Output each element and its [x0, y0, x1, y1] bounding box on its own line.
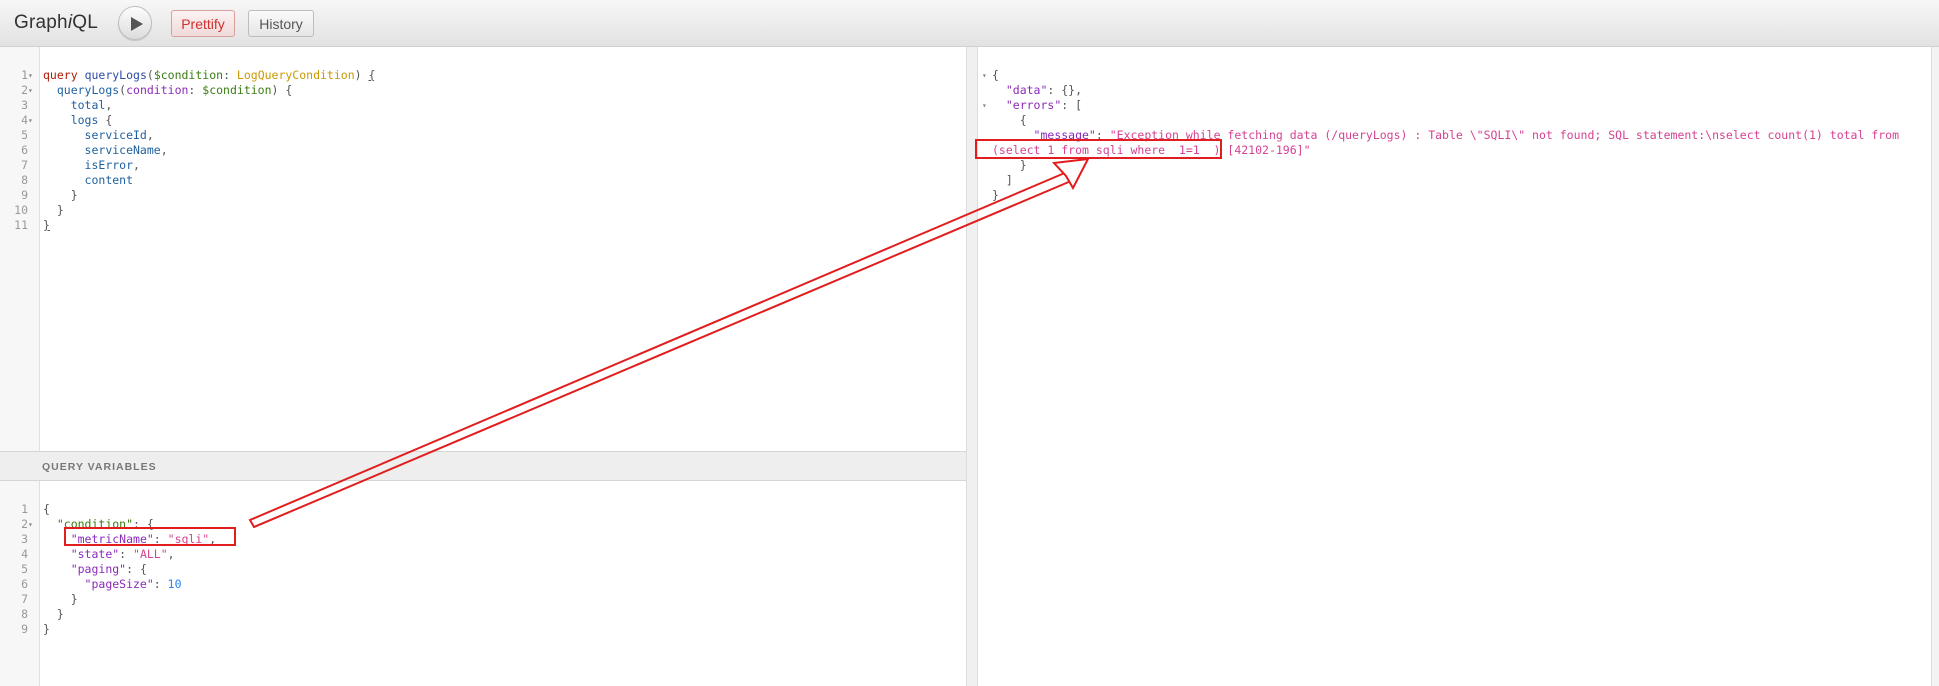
arrow-head: [1051, 157, 1090, 191]
arrow-shaft: [248, 170, 1073, 529]
annotation-arrow: [248, 157, 1090, 529]
